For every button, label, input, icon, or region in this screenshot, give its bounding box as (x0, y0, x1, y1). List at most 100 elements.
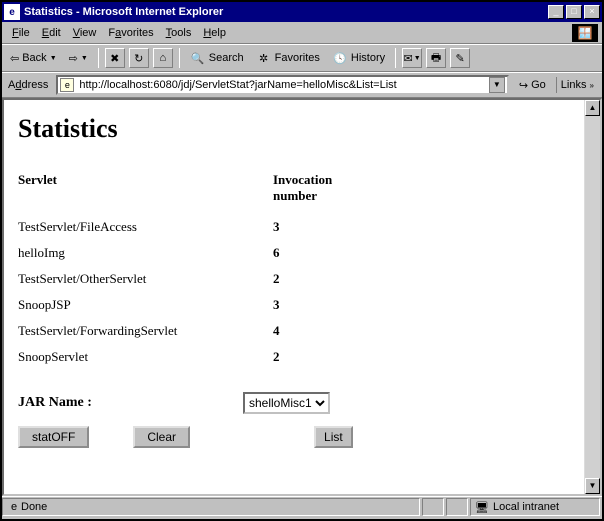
menu-file[interactable]: File (6, 25, 36, 41)
mail-icon: ✉ (404, 52, 413, 65)
cell-servlet: TestServlet/FileAccess (18, 214, 273, 240)
menu-help-label: elp (211, 27, 226, 39)
go-label: Go (531, 79, 546, 91)
cell-servlet: SnoopJSP (18, 292, 273, 318)
status-text-cell: e Done (2, 498, 420, 516)
cell-invocation-count: 2 (273, 344, 570, 370)
menu-view[interactable]: View (67, 25, 103, 41)
address-dropdown-icon[interactable]: ▼ (489, 77, 505, 93)
edit-button[interactable]: ✎ (450, 48, 470, 68)
cell-servlet: SnoopServlet (18, 344, 273, 370)
back-button[interactable]: ⇦ Back ▼ (6, 50, 61, 67)
menu-help[interactable]: Help (197, 25, 232, 41)
jar-name-select[interactable]: shelloMisc1 (243, 392, 330, 414)
menu-favorites[interactable]: Favorites (102, 25, 159, 41)
close-button[interactable]: × (584, 5, 600, 19)
menu-favorites-label: vorites (121, 27, 153, 39)
go-icon: ↪ (519, 79, 528, 92)
ie-app-icon: e (4, 4, 20, 20)
menu-view-label: iew (80, 27, 97, 39)
back-arrow-icon: ⇦ (10, 52, 19, 65)
statistics-tbody: TestServlet/FileAccess3helloImg6TestServ… (18, 214, 570, 370)
history-button[interactable]: 🕓 History (328, 48, 389, 68)
print-icon: 🖶 (431, 49, 441, 68)
forward-dropdown-icon: ▼ (81, 55, 88, 62)
menu-tools[interactable]: Tools (160, 25, 198, 41)
page-icon: e (60, 78, 74, 92)
column-header-invocation-l1: Invocation (273, 172, 332, 187)
refresh-icon: ↻ (134, 52, 143, 65)
address-input[interactable] (77, 78, 489, 92)
menu-edit[interactable]: Edit (36, 25, 67, 41)
status-spacer-2 (446, 498, 468, 516)
status-spacer-1 (422, 498, 444, 516)
favorites-icon: ✲ (256, 50, 272, 66)
list-button[interactable]: List (314, 426, 353, 448)
status-text: Done (21, 501, 47, 513)
clear-button[interactable]: Clear (133, 426, 190, 448)
page-content: Statistics Servlet Invocation number Tes… (4, 100, 584, 494)
refresh-button[interactable]: ↻ (129, 48, 149, 68)
table-row: SnoopJSP3 (18, 292, 570, 318)
scroll-track[interactable] (585, 116, 600, 478)
history-label: History (351, 52, 385, 64)
address-label: Address (6, 79, 50, 91)
home-icon: ⌂ (159, 52, 166, 64)
stop-button[interactable]: ✖ (105, 48, 125, 68)
home-button[interactable]: ⌂ (153, 48, 173, 68)
ie-throbber-icon: 🪟 (572, 24, 598, 42)
column-header-invocation-l2: number (273, 188, 317, 203)
zone-icon: 🖥 (475, 500, 489, 514)
minimize-button[interactable]: _ (548, 5, 564, 19)
address-field[interactable]: e ▼ (56, 75, 509, 95)
security-zone-cell: 🖥 Local intranet (470, 498, 600, 516)
search-button[interactable]: 🔍 Search (186, 48, 248, 68)
forward-button[interactable]: ⇨ ▼ (65, 50, 92, 67)
page-heading: Statistics (18, 114, 570, 144)
cell-invocation-count: 3 (273, 292, 570, 318)
toolbar-separator (179, 48, 180, 68)
cell-invocation-count: 6 (273, 240, 570, 266)
security-zone-text: Local intranet (493, 501, 559, 513)
scroll-up-button[interactable]: ▲ (585, 100, 600, 116)
jar-name-label: JAR Name : (18, 395, 243, 411)
jar-name-row: JAR Name : shelloMisc1 (18, 392, 570, 414)
content-viewport: Statistics Servlet Invocation number Tes… (2, 98, 602, 496)
column-header-invocation: Invocation number (273, 168, 570, 214)
go-button[interactable]: ↪ Go (515, 77, 550, 94)
mail-dropdown-icon: ▼ (414, 55, 421, 62)
edit-icon: ✎ (456, 52, 465, 65)
cell-invocation-count: 4 (273, 318, 570, 344)
favorites-button[interactable]: ✲ Favorites (252, 48, 324, 68)
search-label: Search (209, 52, 244, 64)
scroll-down-button[interactable]: ▼ (585, 478, 600, 494)
table-row: SnoopServlet2 (18, 344, 570, 370)
mail-button[interactable]: ✉▼ (402, 48, 422, 68)
window-controls: _ □ × (548, 5, 600, 19)
table-row: TestServlet/ForwardingServlet4 (18, 318, 570, 344)
menu-edit-label: dit (49, 27, 61, 39)
back-dropdown-icon: ▼ (50, 55, 57, 62)
toolbar: ⇦ Back ▼ ⇨ ▼ ✖ ↻ ⌂ 🔍 Search ✲ Favorites … (2, 44, 602, 72)
cell-servlet: TestServlet/OtherServlet (18, 266, 273, 292)
button-row: statOFF Clear List (18, 426, 570, 448)
statoff-button[interactable]: statOFF (18, 426, 89, 448)
maximize-button[interactable]: □ (566, 5, 582, 19)
table-row: TestServlet/OtherServlet2 (18, 266, 570, 292)
links-toolbar[interactable]: Links » (556, 77, 598, 93)
cell-invocation-count: 2 (273, 266, 570, 292)
cell-servlet: TestServlet/ForwardingServlet (18, 318, 273, 344)
cell-servlet: helloImg (18, 240, 273, 266)
title-bar: e Statistics - Microsoft Internet Explor… (2, 2, 602, 22)
window-title: Statistics - Microsoft Internet Explorer (24, 6, 548, 18)
table-row: helloImg6 (18, 240, 570, 266)
toolbar-separator (395, 48, 396, 68)
print-button[interactable]: 🖶 (426, 48, 446, 68)
history-icon: 🕓 (332, 50, 348, 66)
links-chevron-icon: » (590, 81, 594, 90)
vertical-scrollbar[interactable]: ▲ ▼ (584, 100, 600, 494)
menu-tools-label: ools (171, 27, 191, 39)
column-header-servlet: Servlet (18, 168, 273, 214)
menu-file-label: ile (19, 27, 30, 39)
address-bar: Address e ▼ ↪ Go Links » (2, 72, 602, 98)
